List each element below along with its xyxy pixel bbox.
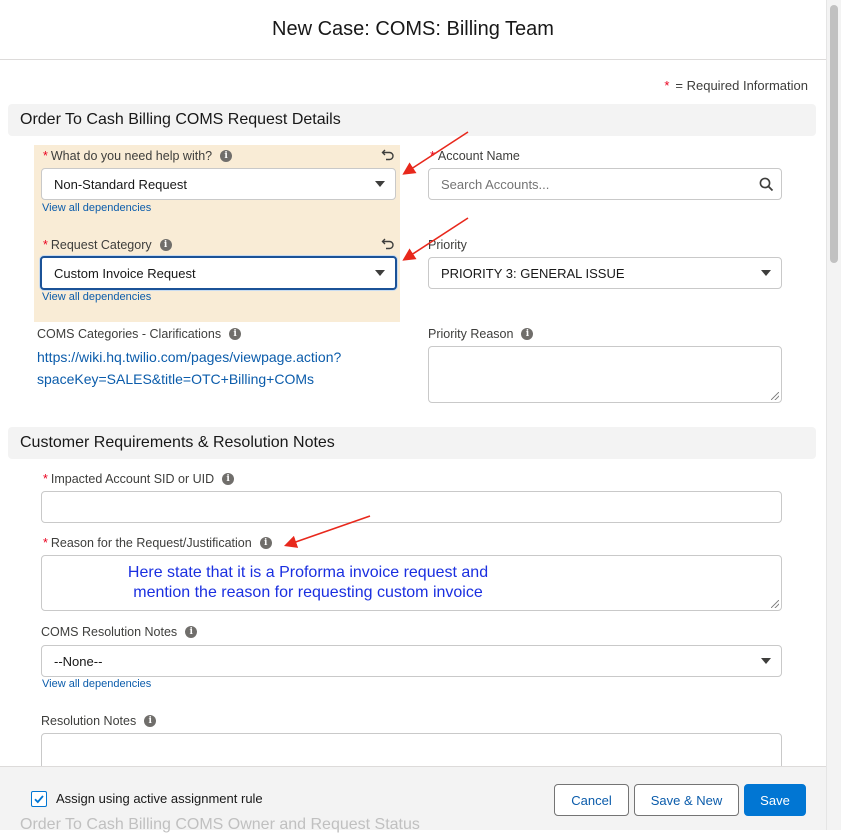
help-with-select[interactable]: Non-Standard Request — [41, 168, 396, 200]
chevron-down-icon — [761, 658, 771, 664]
cancel-button[interactable]: Cancel — [554, 784, 629, 816]
required-star: * — [43, 472, 48, 486]
request-category-select[interactable]: Custom Invoice Request — [40, 256, 397, 290]
annotation-line1: Here state that it is a Proforma invoice… — [127, 564, 489, 581]
section-title: Order To Cash Billing COMS Request Detai… — [20, 111, 341, 128]
modal-title: New Case: COMS: Billing Team — [272, 18, 554, 40]
priority-reason-label: Priority Reason i — [428, 327, 534, 341]
annotation-line2: mention the reason for requesting custom… — [133, 584, 483, 601]
reason-label-text: Reason for the Request/Justification — [50, 536, 252, 550]
info-icon[interactable]: i — [521, 328, 534, 340]
wiki-link-line2[interactable]: spaceKey=SALES&title=OTC+Billing+COMs — [37, 368, 397, 390]
account-search-input[interactable]: Search Accounts... — [428, 168, 782, 200]
required-star: * — [664, 78, 670, 93]
annotation-text: Here state that it is a Proforma invoice… — [42, 563, 574, 603]
priority-reason-label-text: Priority Reason — [428, 327, 514, 341]
help-with-label-text: What do you need help with? — [50, 149, 213, 163]
chevron-down-icon — [375, 270, 385, 276]
resolution-notes-label-text: Resolution Notes — [41, 714, 137, 728]
save-new-button[interactable]: Save & New — [634, 784, 739, 816]
view-dependencies-link[interactable]: View all dependencies — [42, 291, 151, 303]
info-icon[interactable]: i — [259, 537, 272, 549]
resolution-notes-label: Resolution Notes i — [41, 714, 157, 728]
info-icon[interactable]: i — [229, 328, 242, 340]
next-section-title: Order To Cash Billing COMS Owner and Req… — [20, 816, 420, 833]
required-star: * — [43, 238, 48, 252]
coms-resolution-notes-value: --None-- — [54, 653, 103, 669]
priority-label-text: Priority — [428, 238, 467, 252]
priority-value: PRIORITY 3: GENERAL ISSUE — [441, 265, 625, 281]
save-button[interactable]: Save — [744, 784, 806, 816]
info-icon[interactable]: i — [185, 626, 198, 638]
coms-resolution-notes-label: COMS Resolution Notes i — [41, 625, 198, 639]
coms-resolution-notes-select[interactable]: --None-- — [41, 645, 782, 677]
impacted-sid-label: * Impacted Account SID or UID i — [43, 472, 235, 486]
required-star: * — [430, 149, 435, 163]
coms-categories-label: COMS Categories - Clarifications i — [37, 327, 242, 341]
account-name-label-text: Account Name — [437, 149, 520, 163]
undo-icon[interactable] — [381, 236, 395, 250]
section-title: Customer Requirements & Resolution Notes — [20, 434, 335, 451]
assign-rule-label[interactable]: Assign using active assignment rule — [56, 791, 263, 806]
wiki-link[interactable]: https://wiki.hq.twilio.com/pages/viewpag… — [37, 346, 397, 390]
chevron-down-icon — [761, 270, 771, 276]
request-category-value: Custom Invoice Request — [54, 265, 196, 281]
section-request-details[interactable]: Order To Cash Billing COMS Request Detai… — [8, 104, 816, 136]
help-with-label: * What do you need help with? i — [43, 149, 233, 163]
impacted-sid-input[interactable] — [41, 491, 782, 523]
priority-reason-textarea[interactable] — [428, 346, 782, 403]
reason-label: * Reason for the Request/Justification i — [43, 536, 272, 550]
request-category-label-text: Request Category — [50, 238, 152, 252]
info-icon[interactable]: i — [222, 473, 235, 485]
resize-handle[interactable] — [771, 392, 779, 400]
info-icon[interactable]: i — [159, 239, 172, 251]
required-info-note: * = Required Information — [664, 78, 808, 93]
account-search-placeholder: Search Accounts... — [441, 176, 550, 192]
scrollbar[interactable] — [826, 0, 841, 830]
view-dependencies-link[interactable]: View all dependencies — [42, 202, 151, 214]
impacted-sid-label-text: Impacted Account SID or UID — [50, 472, 215, 486]
info-icon[interactable]: i — [144, 715, 157, 727]
search-icon[interactable] — [759, 177, 774, 192]
resize-handle[interactable] — [771, 600, 779, 608]
required-info-text: = Required Information — [675, 78, 808, 93]
coms-categories-label-text: COMS Categories - Clarifications — [37, 327, 222, 341]
modal-header: New Case: COMS: Billing Team — [0, 0, 826, 60]
info-icon[interactable]: i — [220, 150, 233, 162]
assign-rule-checkbox[interactable] — [31, 791, 47, 807]
chevron-down-icon — [375, 181, 385, 187]
required-star: * — [43, 149, 48, 163]
scrollbar-thumb[interactable] — [830, 5, 838, 263]
request-category-label: * Request Category i — [43, 238, 172, 252]
view-dependencies-link[interactable]: View all dependencies — [42, 678, 151, 690]
coms-resolution-notes-label-text: COMS Resolution Notes — [41, 625, 178, 639]
check-icon — [34, 795, 44, 804]
required-star: * — [43, 536, 48, 550]
account-name-label: * Account Name — [430, 149, 520, 163]
priority-label: Priority — [428, 238, 467, 252]
wiki-link-line1[interactable]: https://wiki.hq.twilio.com/pages/viewpag… — [37, 346, 397, 368]
section-customer-requirements[interactable]: Customer Requirements & Resolution Notes — [8, 427, 816, 459]
priority-select[interactable]: PRIORITY 3: GENERAL ISSUE — [428, 257, 782, 289]
undo-icon[interactable] — [381, 147, 395, 161]
help-with-value: Non-Standard Request — [54, 176, 187, 192]
